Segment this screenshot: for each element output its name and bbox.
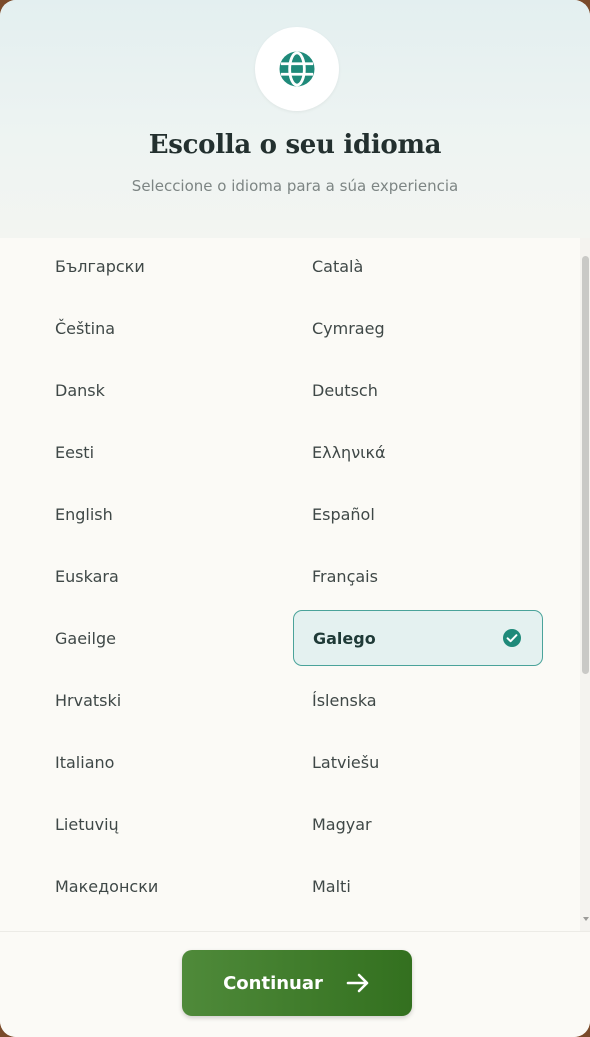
language-option-eu[interactable]: Euskara bbox=[37, 548, 287, 604]
language-option-hu[interactable]: Magyar bbox=[293, 796, 543, 852]
language-label: Euskara bbox=[55, 566, 119, 586]
language-option-ca[interactable]: Català bbox=[293, 238, 543, 294]
language-option-es[interactable]: Español bbox=[293, 486, 543, 542]
language-label: Français bbox=[312, 566, 378, 586]
language-option-fr[interactable]: Français bbox=[293, 548, 543, 604]
language-list: Български Català Čeština Cymraeg Dansk D… bbox=[0, 238, 580, 931]
language-option-da[interactable]: Dansk bbox=[37, 362, 287, 418]
language-label: Dansk bbox=[55, 380, 105, 400]
dialog-subtitle: Seleccione o idioma para a súa experienc… bbox=[131, 177, 459, 195]
language-label: Lietuvių bbox=[55, 814, 119, 834]
language-label: Български bbox=[55, 256, 145, 276]
language-option-et[interactable]: Eesti bbox=[37, 424, 287, 480]
language-label: Eesti bbox=[55, 442, 95, 462]
language-label: Magyar bbox=[312, 814, 372, 834]
language-option-is[interactable]: Íslenska bbox=[293, 672, 543, 728]
language-label: Cymraeg bbox=[312, 318, 385, 338]
scroll-down-arrow-icon[interactable] bbox=[583, 917, 589, 921]
language-label: Malti bbox=[312, 876, 351, 896]
arrow-right-icon bbox=[346, 973, 369, 993]
globe-icon bbox=[279, 51, 315, 87]
language-label: Deutsch bbox=[312, 380, 378, 400]
language-dialog: Escolla o seu idioma Seleccione o idioma… bbox=[0, 0, 590, 1037]
language-option-cs[interactable]: Čeština bbox=[37, 300, 287, 356]
language-label: Gaeilge bbox=[55, 628, 116, 648]
continue-label: Continuar bbox=[223, 972, 323, 994]
language-option-gl-selected[interactable]: Galego bbox=[293, 610, 543, 666]
language-option-el[interactable]: Ελληνικά bbox=[293, 424, 543, 480]
language-option-it[interactable]: Italiano bbox=[37, 734, 287, 790]
language-label: Italiano bbox=[55, 752, 115, 772]
globe-badge bbox=[255, 27, 339, 111]
language-label: Ελληνικά bbox=[312, 442, 386, 462]
language-label: English bbox=[55, 504, 113, 524]
language-option-cy[interactable]: Cymraeg bbox=[293, 300, 543, 356]
language-label: Galego bbox=[313, 628, 376, 648]
language-option-lt[interactable]: Lietuvių bbox=[37, 796, 287, 852]
dialog-header: Escolla o seu idioma Seleccione o idioma… bbox=[0, 0, 590, 238]
language-label: Hrvatski bbox=[55, 690, 122, 710]
language-option-de[interactable]: Deutsch bbox=[293, 362, 543, 418]
scrollbar-thumb[interactable] bbox=[582, 256, 589, 674]
continue-button[interactable]: Continuar bbox=[182, 950, 412, 1016]
language-label: Català bbox=[312, 256, 364, 276]
language-option-hr[interactable]: Hrvatski bbox=[37, 672, 287, 728]
language-option-ga[interactable]: Gaeilge bbox=[37, 610, 287, 666]
language-option-bg[interactable]: Български bbox=[37, 238, 287, 294]
language-label: Español bbox=[312, 504, 375, 524]
language-label: Íslenska bbox=[312, 690, 377, 710]
language-option-mk[interactable]: Македонски bbox=[37, 858, 287, 914]
language-label: Latviešu bbox=[312, 752, 380, 772]
language-label: Македонски bbox=[55, 876, 159, 896]
dialog-title: Escolla o seu idioma bbox=[148, 130, 442, 160]
language-label: Čeština bbox=[55, 318, 116, 338]
language-option-lv[interactable]: Latviešu bbox=[293, 734, 543, 790]
language-option-mt[interactable]: Malti bbox=[293, 858, 543, 914]
language-option-en[interactable]: English bbox=[37, 486, 287, 542]
check-circle-icon bbox=[503, 629, 521, 647]
